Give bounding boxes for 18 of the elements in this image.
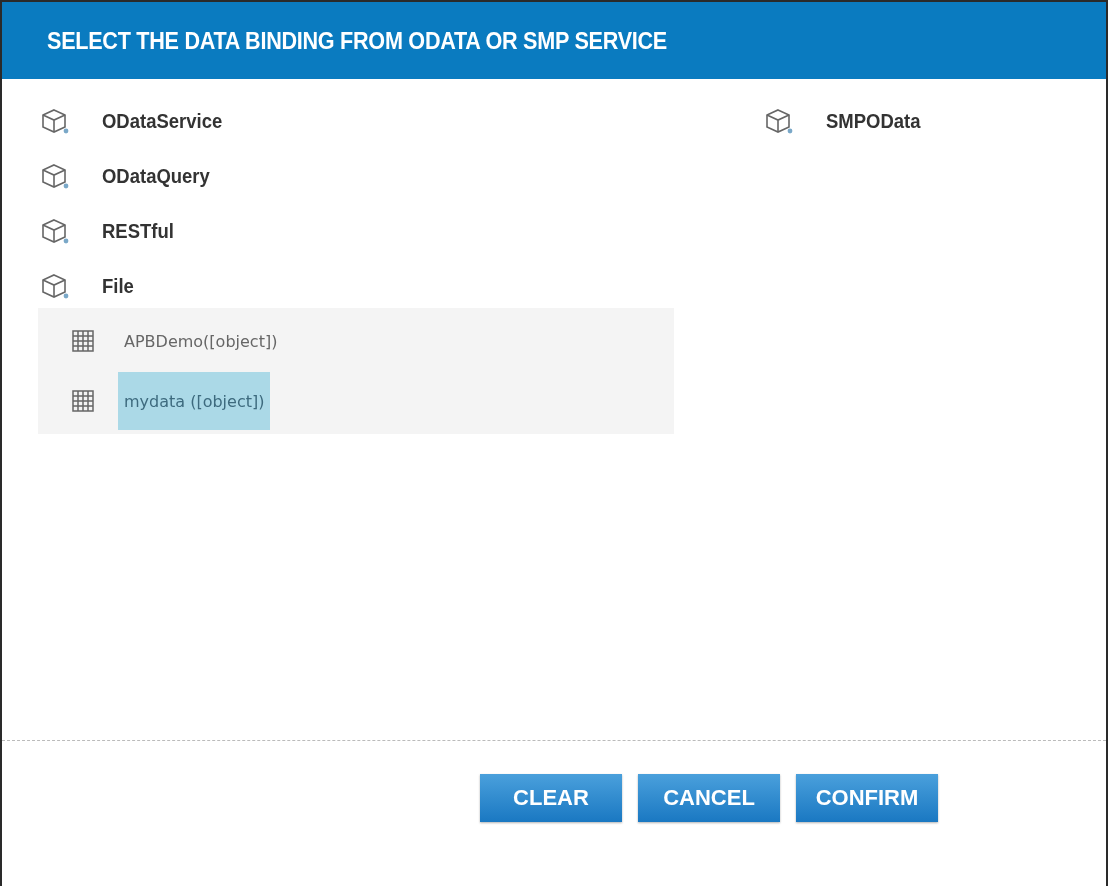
dialog-button[interactable]: CANCEL: [638, 774, 780, 822]
source-item[interactable]: RESTful: [102, 219, 174, 243]
source-item[interactable]: ODataService: [102, 109, 223, 133]
dialog-title: SELECT THE DATA BINDING FROM ODATA OR SMP SERVICE: [47, 26, 667, 55]
source-item[interactable]: File: [102, 274, 134, 298]
dialog-button[interactable]: CLEAR: [480, 774, 622, 822]
cube-icon: [764, 107, 794, 135]
source-item[interactable]: ODataQuery: [102, 164, 210, 188]
cube-icon: [40, 217, 70, 245]
data-item[interactable]: mydata ([object]): [118, 372, 271, 430]
table-icon: [70, 389, 96, 413]
cube-icon: [40, 107, 70, 135]
source-item[interactable]: SMPOData: [826, 109, 921, 133]
dialog-button[interactable]: CONFIRM: [796, 774, 938, 822]
cube-icon: [40, 272, 70, 300]
table-icon: [70, 329, 96, 353]
data-item[interactable]: APBDemo([object]): [118, 312, 284, 370]
cube-icon: [40, 162, 70, 190]
